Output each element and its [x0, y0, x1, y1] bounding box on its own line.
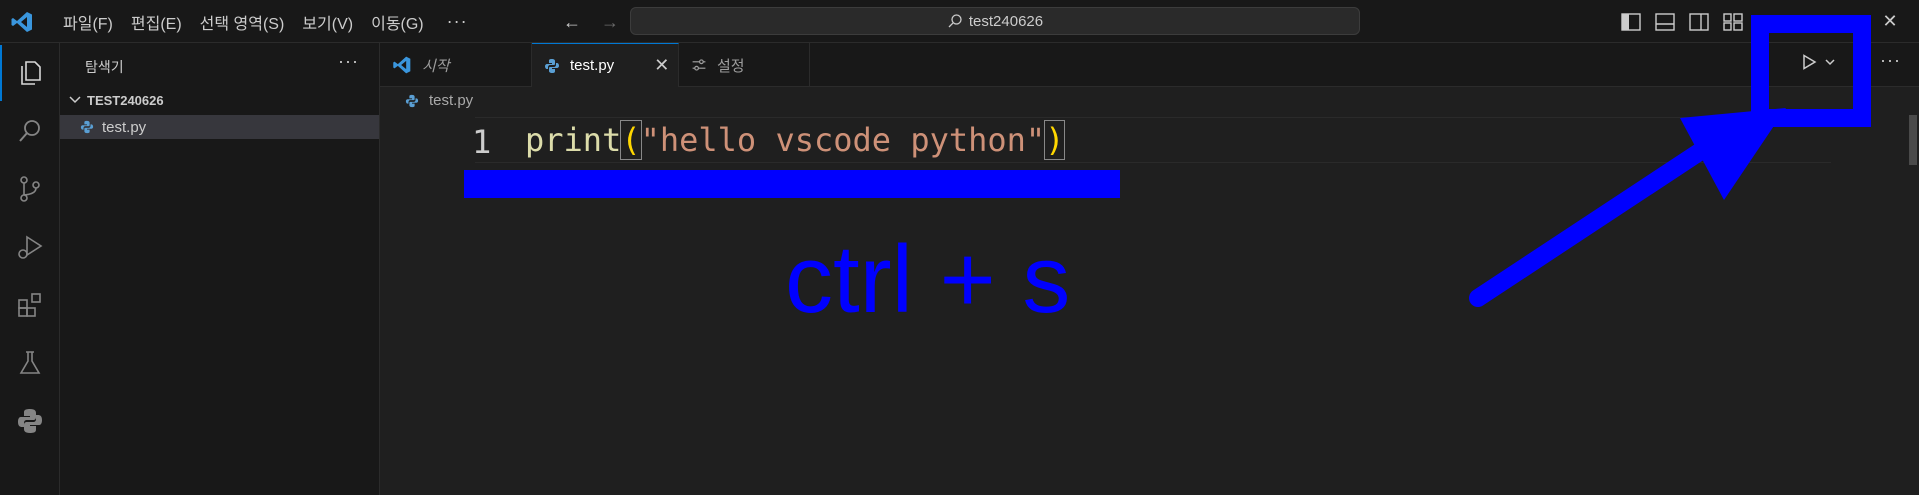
tab-test-py[interactable]: test.py ✕ [532, 43, 679, 87]
explorer-more-button[interactable]: ··· [338, 51, 359, 72]
navigation-arrows: ← → [560, 10, 622, 34]
customize-layout-icon[interactable] [1722, 11, 1744, 33]
menu-selection[interactable]: 선택 영역(S) [191, 10, 294, 34]
breadcrumb[interactable]: test.py [405, 92, 473, 109]
activity-bar [0, 43, 60, 495]
run-debug-icon [18, 235, 43, 259]
close-tab-icon[interactable]: ✕ [654, 55, 669, 76]
play-icon [1803, 54, 1817, 70]
tab-settings[interactable]: 설정 [679, 43, 810, 87]
tab-test-py-label: test.py [570, 57, 615, 74]
menu-more-button[interactable]: ··· [433, 11, 482, 32]
toggle-primary-sidebar-icon[interactable] [1620, 11, 1642, 33]
source-control-icon [20, 176, 40, 202]
menu-view[interactable]: 보기(V) [293, 10, 362, 34]
toggle-panel-icon[interactable] [1654, 11, 1676, 33]
extensions-button[interactable] [0, 277, 60, 333]
vscode-icon [393, 56, 411, 74]
scrollbar-thumb[interactable] [1909, 115, 1917, 165]
code-line[interactable]: print("hello vscode python") [525, 120, 1066, 160]
menu-edit[interactable]: 편집(E) [122, 10, 191, 34]
chevron-down-icon[interactable] [1824, 56, 1836, 68]
breadcrumb-file: test.py [429, 92, 474, 109]
testing-icon [19, 351, 41, 374]
extensions-icon [18, 293, 41, 317]
menu-file[interactable]: 파일(F) [54, 10, 122, 34]
title-bar: 파일(F) 편집(E) 선택 영역(S) 보기(V) 이동(G) ··· ← →… [0, 0, 1919, 43]
python-file-icon [80, 120, 94, 134]
files-icon [21, 61, 41, 85]
tab-welcome[interactable]: 시작 [380, 43, 532, 87]
search-icon [19, 120, 40, 142]
python-file-icon [545, 58, 559, 73]
search-button[interactable] [0, 103, 60, 159]
python-file-icon [405, 94, 419, 107]
tab-settings-label: 설정 [717, 57, 745, 75]
file-item-test-py[interactable]: test.py [60, 115, 379, 139]
minimize-icon[interactable]: — [1760, 0, 1812, 43]
code-editor[interactable]: 1 print("hello vscode python") [380, 87, 1919, 495]
editor-more-actions-button[interactable]: ··· [1880, 50, 1901, 71]
close-icon[interactable]: ✕ [1864, 0, 1916, 43]
run-python-file-button[interactable] [1800, 53, 1836, 71]
code-string: "hello vscode python" [640, 121, 1046, 159]
editor-tab-bar: 시작 test.py ✕ 설정 [380, 43, 1919, 87]
maximize-icon[interactable]: ▢ [1812, 0, 1864, 43]
python-button[interactable] [0, 393, 60, 449]
code-paren-close: ) [1044, 120, 1066, 160]
arrow-right-icon[interactable]: → [598, 10, 622, 34]
toggle-secondary-sidebar-icon[interactable] [1688, 11, 1710, 33]
command-center-text: test240626 [968, 12, 1044, 30]
window-controls: — ▢ ✕ [1760, 0, 1916, 43]
code-paren-open: ( [620, 120, 642, 160]
folder-name: TEST240626 [87, 92, 164, 108]
menu-go[interactable]: 이동(G) [362, 10, 433, 34]
vscode-logo-icon [11, 12, 32, 32]
menu-bar: 파일(F) 편집(E) 선택 영역(S) 보기(V) 이동(G) ··· [54, 0, 482, 43]
annotation-underline [464, 170, 1120, 198]
code-function: print [525, 121, 622, 159]
chevron-down-icon [69, 96, 81, 104]
folder-row[interactable]: TEST240626 [60, 89, 379, 111]
settings-icon [692, 59, 706, 71]
explorer-sidebar: 탐색기 ··· TEST240626 test.py [60, 43, 380, 495]
command-center-search[interactable]: test240626 [630, 7, 1360, 35]
run-debug-button[interactable] [0, 219, 60, 275]
testing-button[interactable] [0, 335, 60, 391]
arrow-left-icon[interactable]: ← [560, 10, 584, 34]
line-number: 1 [472, 123, 492, 161]
tab-welcome-label: 시작 [422, 57, 450, 75]
explorer-title: 탐색기 [85, 59, 124, 75]
file-name: test.py [102, 118, 147, 136]
search-icon [948, 14, 962, 28]
source-control-button[interactable] [0, 161, 60, 217]
layout-controls [1620, 11, 1744, 33]
python-icon [18, 409, 42, 433]
explorer-button[interactable] [0, 45, 60, 101]
annotation-text: ctrl + s [785, 226, 1071, 333]
